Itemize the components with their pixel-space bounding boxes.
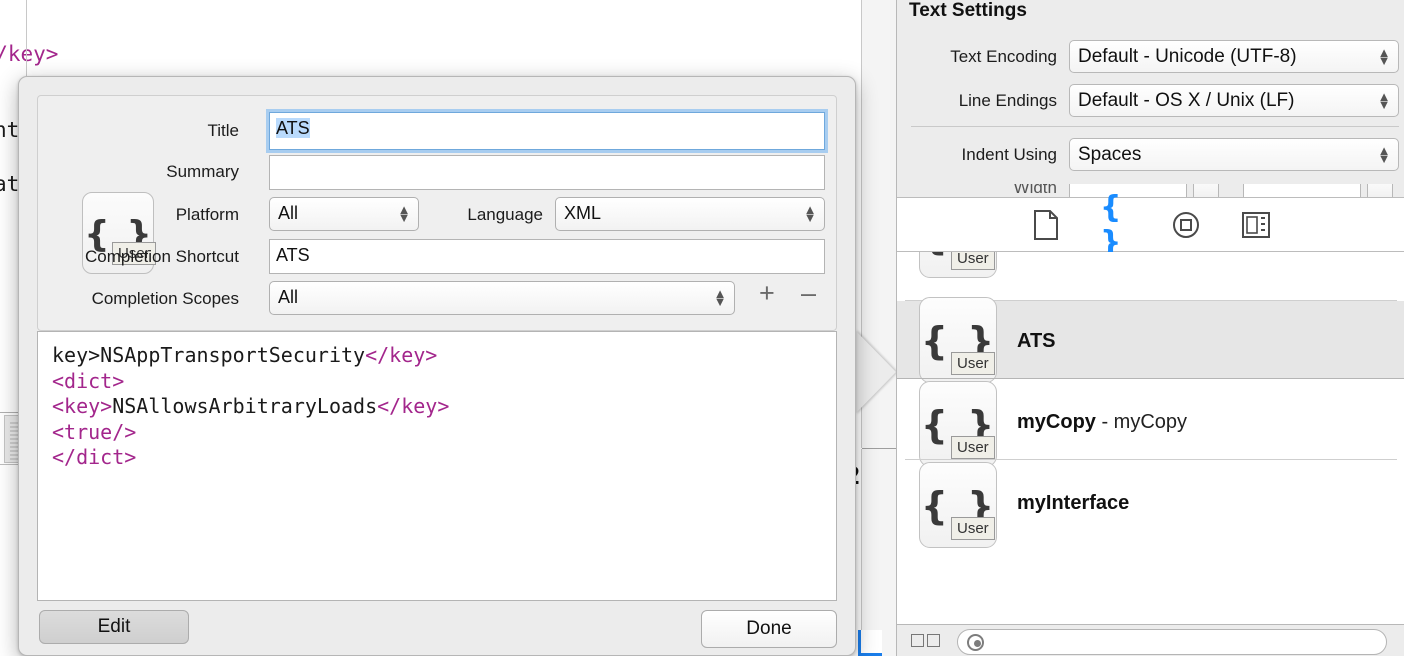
platform-label: Platform <box>175 205 239 224</box>
text-encoding-popup-button[interactable]: Default - Unicode (UTF-8) ▲ ▼ <box>1069 40 1399 73</box>
edit-button-label: Edit <box>97 616 131 637</box>
background-text-fragment-1: nt <box>0 118 20 142</box>
width-row-clipped: Width <box>897 184 1404 198</box>
inspector-divider <box>911 126 1399 127</box>
editor-hrule-c <box>862 448 896 449</box>
chevron-updown-icon: ▲ ▼ <box>397 202 411 225</box>
indent-using-value: Spaces <box>1078 144 1142 165</box>
code-line-1: key>NSAppTransportSecurity</key> <box>52 343 438 367</box>
code-snippet-braces-icon[interactable]: { } <box>1100 190 1132 260</box>
chevron-updown-icon: ▲ ▼ <box>1377 88 1391 112</box>
grid-view-icon[interactable] <box>911 634 941 648</box>
tab-width-stepper[interactable] <box>1367 184 1393 198</box>
list-item-user-badge: User <box>951 517 995 540</box>
list-item-ats[interactable]: { } User ATS <box>897 297 1404 383</box>
inspector-panel: Text Settings Text Encoding Default - Un… <box>896 0 1404 656</box>
list-item-myinterface[interactable]: { } User myInterface <box>897 460 1404 548</box>
chevron-updown-icon: ▲ ▼ <box>713 286 727 309</box>
popover-arrow-icon <box>855 330 896 414</box>
editor-right-gutter <box>862 0 896 656</box>
library-search-field[interactable] <box>957 629 1387 655</box>
list-item-subtitle: - myCopy <box>1101 411 1188 433</box>
chevron-updown-icon: ▲ ▼ <box>1377 44 1391 68</box>
code-line-4: <true/> <box>52 419 137 444</box>
screen: ties</key> nt at 2 { } User Title ATS Su… <box>0 0 1404 656</box>
completion-scopes-popup-button[interactable]: All ▲ ▼ <box>269 281 735 315</box>
indent-using-label: Indent Using <box>961 145 1057 164</box>
indent-using-popup-button[interactable]: Spaces ▲ ▼ <box>1069 138 1399 171</box>
text-encoding-value: Default - Unicode (UTF-8) <box>1078 46 1297 67</box>
background-code-line: ties</key> <box>0 42 58 66</box>
snippet-code-text: key>NSAppTransportSecurity</key> <dict> … <box>38 332 836 482</box>
code-tag: </key> <box>0 42 59 66</box>
done-button-label: Done <box>746 618 792 639</box>
line-endings-label: Line Endings <box>958 91 1057 110</box>
file-template-icon[interactable] <box>1030 209 1062 241</box>
indent-width-stepper[interactable] <box>1193 184 1219 198</box>
snippet-library-list[interactable]: { } User { } User ATS { } User myCopy - … <box>897 252 1404 624</box>
title-label: Title <box>207 121 240 140</box>
list-item-name: myCopy <box>1017 411 1096 433</box>
snippet-editor-popover: { } User Title ATS Summary Platform All … <box>18 76 856 656</box>
list-item[interactable]: { } User <box>897 252 1404 278</box>
background-text-fragment-2: at <box>0 172 20 196</box>
edit-button[interactable]: Edit <box>39 610 189 644</box>
summary-input[interactable] <box>269 155 825 190</box>
completion-shortcut-label: Completion Shortcut <box>84 247 239 266</box>
line-endings-popup-button[interactable]: Default - OS X / Unix (LF) ▲ ▼ <box>1069 84 1399 117</box>
platform-popup-button[interactable]: All ▲ ▼ <box>269 197 419 231</box>
search-icon <box>967 634 984 651</box>
list-item-title: ATS <box>1017 330 1056 352</box>
text-encoding-label: Text Encoding <box>950 47 1057 66</box>
completion-shortcut-value: ATS <box>276 245 310 265</box>
list-item-user-badge: User <box>951 436 995 459</box>
code-line-3: <key>NSAllowsArbitraryLoads</key> <box>52 394 450 418</box>
completion-shortcut-input[interactable]: ATS <box>269 239 825 274</box>
completion-scopes-label: Completion Scopes <box>91 289 239 308</box>
library-bottom-bar <box>897 624 1404 656</box>
language-value: XML <box>564 203 602 223</box>
list-item-title: myInterface <box>1017 492 1130 514</box>
list-item-title: myCopy - myCopy <box>1017 411 1187 434</box>
summary-label: Summary <box>166 162 239 181</box>
tab-width-input[interactable] <box>1243 184 1361 198</box>
title-input[interactable]: ATS <box>266 109 828 153</box>
add-scope-button[interactable]: + <box>759 280 775 307</box>
snippet-code-editor[interactable]: key>NSAppTransportSecurity</key> <dict> … <box>37 331 837 601</box>
done-button[interactable]: Done <box>701 610 837 648</box>
title-input-value: ATS <box>276 118 310 138</box>
code-line-5: </dict> <box>52 445 137 469</box>
media-object-icon[interactable] <box>1170 209 1202 241</box>
language-label: Language <box>467 205 543 224</box>
chevron-updown-icon: ▲ ▼ <box>1377 142 1391 166</box>
code-line-2: <dict> <box>52 368 125 393</box>
list-item-user-badge: User <box>951 352 995 375</box>
editor-selection-corner <box>858 630 882 656</box>
platform-value: All <box>278 203 299 223</box>
width-label: Width <box>1013 184 1057 197</box>
language-popup-button[interactable]: XML ▲ ▼ <box>555 197 825 231</box>
remove-scope-button[interactable]: – <box>801 280 816 307</box>
library-toolbar: { } <box>897 190 1404 260</box>
list-item-user-badge: User <box>951 252 995 270</box>
editor-divider-right-lower <box>861 449 862 656</box>
list-item-mycopy[interactable]: { } User myCopy - myCopy <box>897 379 1404 467</box>
inspector-section-title: Text Settings <box>909 0 1027 21</box>
file-list-icon[interactable] <box>1240 209 1272 241</box>
line-endings-value: Default - OS X / Unix (LF) <box>1078 90 1295 111</box>
completion-scopes-value: All <box>278 287 299 307</box>
chevron-updown-icon: ▲ ▼ <box>803 202 817 225</box>
